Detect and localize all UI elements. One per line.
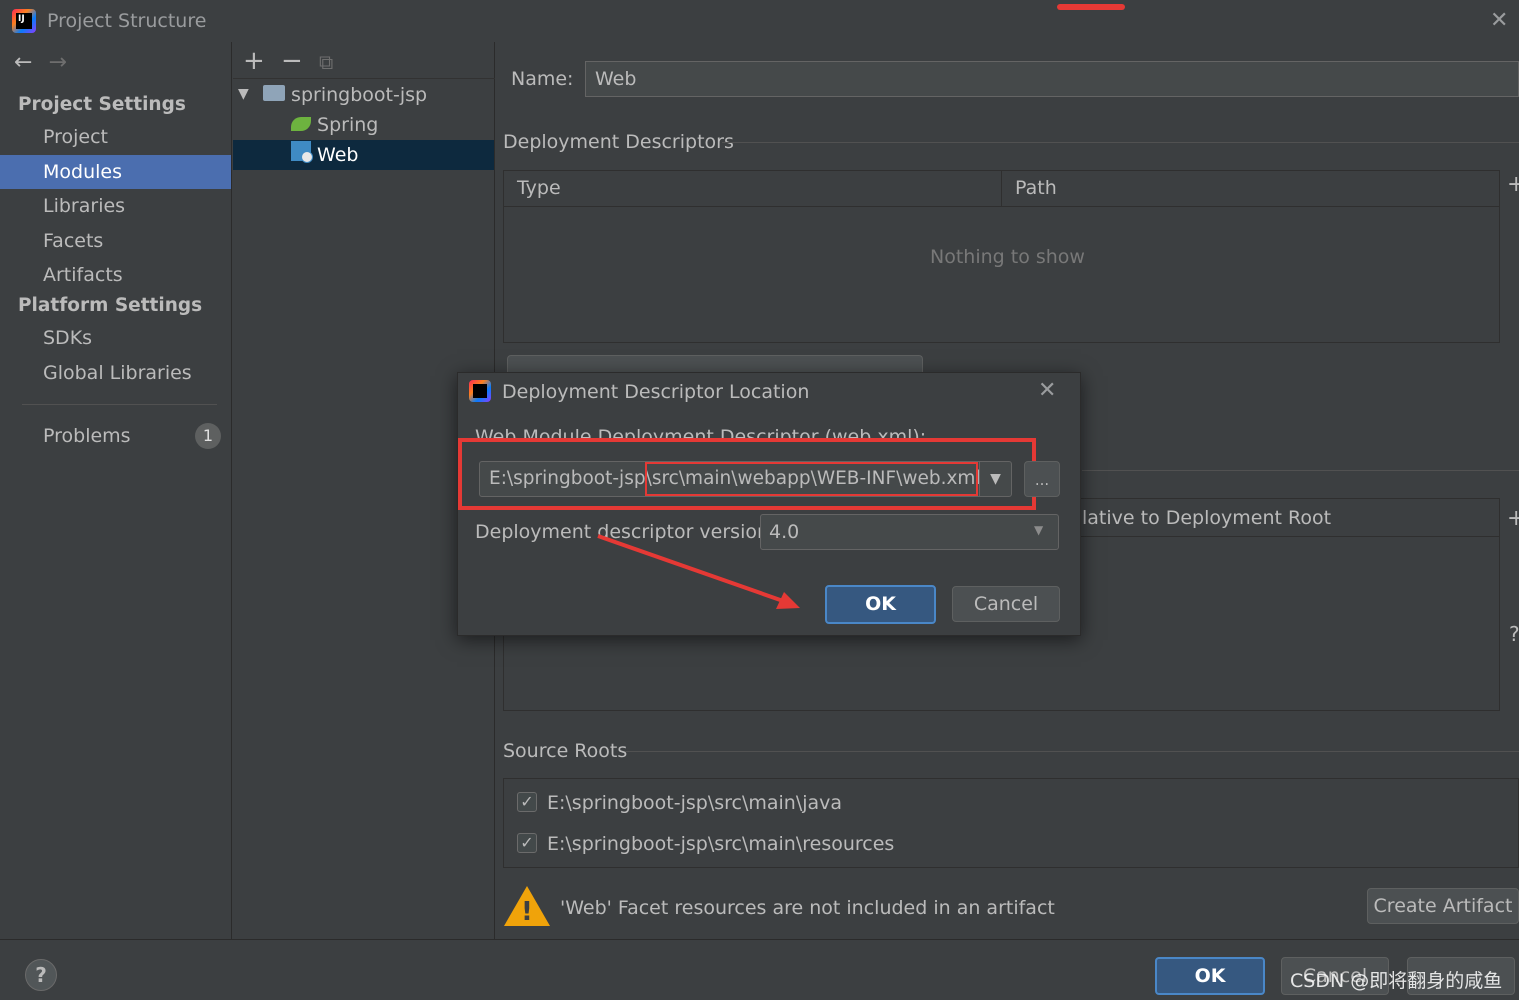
add-descriptor-icon[interactable]: + — [1507, 172, 1519, 197]
nav-item-artifacts[interactable]: Artifacts — [0, 258, 231, 292]
add-resource-icon[interactable]: + — [1507, 506, 1519, 531]
nav-item-sdks[interactable]: SDKs — [0, 321, 231, 355]
source-root-path: E:\springboot-jsp\src\main\java — [547, 792, 843, 814]
remove-icon[interactable]: − — [281, 46, 319, 76]
back-arrow-icon[interactable]: ← — [14, 50, 32, 75]
chevron-down-icon[interactable]: ▼ — [979, 462, 1011, 496]
column-header-relative-path[interactable]: lative to Deployment Root — [1082, 507, 1331, 529]
module-tree-pane — [233, 42, 495, 939]
module-folder-icon — [263, 85, 285, 101]
empty-table-text: Nothing to show — [930, 246, 1085, 268]
source-root-checkbox[interactable]: ✓ — [517, 792, 537, 812]
annotation-path-highlight — [645, 462, 978, 496]
source-roots-title: Source Roots — [503, 740, 628, 762]
annotation-arrow — [597, 534, 800, 609]
annotation-mark — [1057, 4, 1125, 10]
warning-text: 'Web' Facet resources are not included i… — [560, 897, 1055, 919]
source-root-path: E:\springboot-jsp\src\main\resources — [547, 833, 895, 855]
web-facet-icon — [291, 141, 313, 163]
browse-button[interactable]: ... — [1024, 461, 1060, 497]
nav-item-global-libraries[interactable]: Global Libraries — [0, 356, 231, 390]
add-icon[interactable]: + — [243, 46, 281, 76]
nav-divider — [22, 404, 217, 405]
deployment-descriptors-title: Deployment Descriptors — [503, 131, 734, 153]
chevron-down-icon: ▼ — [1034, 523, 1044, 537]
dialog-ok-button[interactable]: OK — [825, 585, 936, 624]
forward-arrow-icon[interactable]: → — [48, 50, 66, 75]
platform-settings-header: Platform Settings — [18, 295, 203, 316]
tree-item-label: Spring — [317, 114, 379, 136]
intellij-logo-icon: IJ — [12, 9, 36, 33]
source-root-checkbox[interactable]: ✓ — [517, 833, 537, 853]
column-header-type[interactable]: Type — [517, 177, 561, 199]
add-application-server-descriptor-button[interactable] — [507, 355, 923, 373]
tree-toolbar-divider — [233, 78, 495, 79]
tree-item-spring[interactable]: Spring — [233, 110, 494, 140]
ok-button[interactable]: OK — [1155, 957, 1265, 995]
column-header-path[interactable]: Path — [1015, 177, 1057, 199]
section-divider — [1082, 470, 1519, 471]
window-title: Project Structure — [47, 10, 207, 32]
problems-count-badge: 1 — [195, 423, 221, 449]
csdn-watermark: CSDN @即将翻身的咸鱼 — [1290, 970, 1503, 992]
help-button[interactable]: ? — [25, 959, 57, 991]
tree-toolbar: + − ⧉ — [243, 46, 357, 76]
section-divider — [722, 142, 1519, 143]
nav-item-facets[interactable]: Facets — [0, 224, 231, 258]
title-bar — [0, 0, 1519, 42]
dialog-cancel-button[interactable]: Cancel — [952, 586, 1060, 622]
tree-item-label: springboot-jsp — [291, 84, 428, 106]
column-divider — [1001, 171, 1002, 207]
intellij-logo-icon — [469, 380, 491, 402]
project-settings-header: Project Settings — [18, 94, 186, 115]
dialog-close-icon[interactable]: ✕ — [1038, 378, 1056, 403]
tree-item-springboot-jsp[interactable]: springboot-jsp — [233, 80, 494, 110]
nav-item-project[interactable]: Project — [0, 120, 231, 154]
name-input[interactable]: Web — [585, 61, 1519, 97]
window-close-icon[interactable]: ✕ — [1490, 8, 1508, 33]
dialog-title: Deployment Descriptor Location — [502, 381, 810, 403]
name-label: Name: — [511, 68, 574, 90]
section-divider — [625, 751, 1519, 752]
copy-icon[interactable]: ⧉ — [319, 50, 357, 74]
help-question-icon[interactable]: ? — [1509, 622, 1519, 646]
tree-item-web[interactable]: Web — [233, 140, 494, 170]
warning-exclamation-icon: ! — [521, 897, 533, 927]
tree-item-label: Web — [317, 144, 359, 166]
history-navigation: ← → — [14, 50, 67, 75]
create-artifact-button[interactable]: Create Artifact — [1367, 888, 1519, 924]
nav-item-libraries[interactable]: Libraries — [0, 189, 231, 223]
nav-item-modules[interactable]: Modules — [0, 155, 231, 189]
spring-leaf-icon — [291, 117, 311, 131]
